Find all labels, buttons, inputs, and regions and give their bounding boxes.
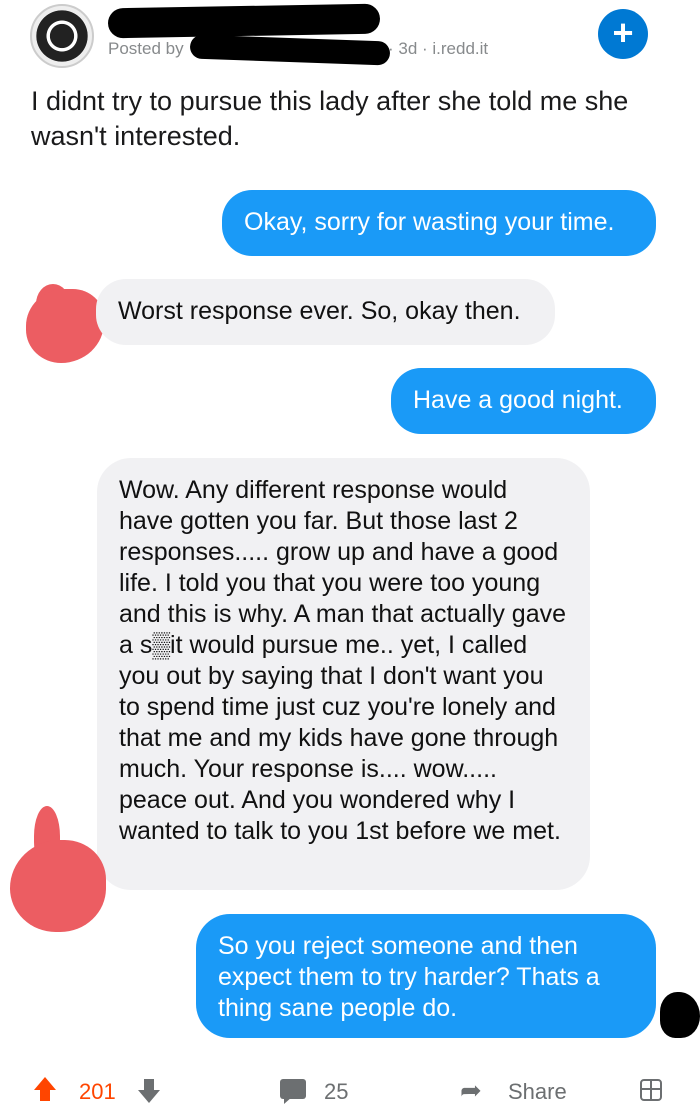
award-icon[interactable]: [640, 1079, 662, 1101]
redaction-blot: [660, 992, 700, 1038]
message-bubble-sent: So you reject someone and then expect th…: [196, 914, 656, 1038]
posted-by-label: Posted by: [108, 39, 184, 58]
message-bubble-sent: Okay, sorry for wasting your time.: [222, 190, 656, 256]
plus-icon: +: [612, 12, 634, 53]
post-action-bar: 201 25 ➦ Share: [0, 1065, 700, 1107]
join-button[interactable]: +: [598, 9, 648, 59]
subreddit-avatar[interactable]: [30, 4, 94, 68]
redaction-blot: [26, 289, 104, 363]
message-bubble-sent: Have a good night.: [391, 368, 656, 434]
post-meta: · 3d · i.redd.it: [388, 39, 489, 58]
downvote-icon[interactable]: [138, 1090, 160, 1103]
post-title[interactable]: I didnt try to pursue this lady after sh…: [31, 84, 671, 154]
post-header: Posted by · 3d · i.redd.it +: [0, 0, 700, 80]
downvote-icon-stem[interactable]: [144, 1079, 154, 1090]
comment-count[interactable]: 25: [324, 1079, 348, 1105]
vote-count: 201: [79, 1079, 116, 1104]
message-bubble-received: Worst response ever. So, okay then.: [96, 279, 555, 345]
redaction-bar: [107, 3, 381, 39]
upvote-icon-stem[interactable]: [40, 1089, 50, 1101]
message-bubble-received: Wow. Any different response would have g…: [97, 458, 590, 890]
share-button[interactable]: Share: [508, 1079, 567, 1105]
redaction-bar: [189, 34, 391, 66]
comment-icon[interactable]: [280, 1079, 306, 1104]
share-icon[interactable]: ➦: [460, 1075, 482, 1106]
redaction-blot: [10, 840, 106, 932]
